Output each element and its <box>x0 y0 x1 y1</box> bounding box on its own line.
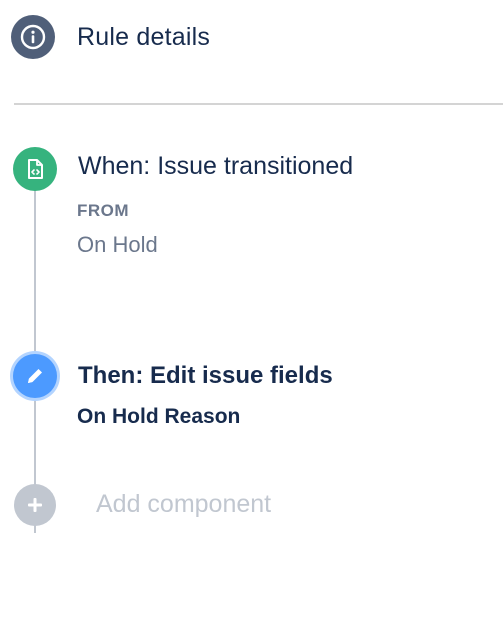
issue-transition-icon[interactable] <box>13 147 57 191</box>
rule-details-label: Rule details <box>77 22 211 51</box>
info-icon <box>11 15 55 59</box>
rule-details-link[interactable]: Rule details <box>11 14 210 60</box>
add-component-button[interactable]: Add component <box>96 490 271 519</box>
plus-icon[interactable] <box>14 484 56 526</box>
action-title[interactable]: Then: Edit issue fields <box>78 362 333 390</box>
action-subtitle: On Hold Reason <box>77 405 241 428</box>
trigger-title[interactable]: When: Issue transitioned <box>78 152 353 181</box>
from-label: FROM <box>77 201 130 220</box>
divider <box>14 103 503 105</box>
from-value: On Hold <box>77 232 158 257</box>
pencil-icon[interactable] <box>13 354 57 398</box>
